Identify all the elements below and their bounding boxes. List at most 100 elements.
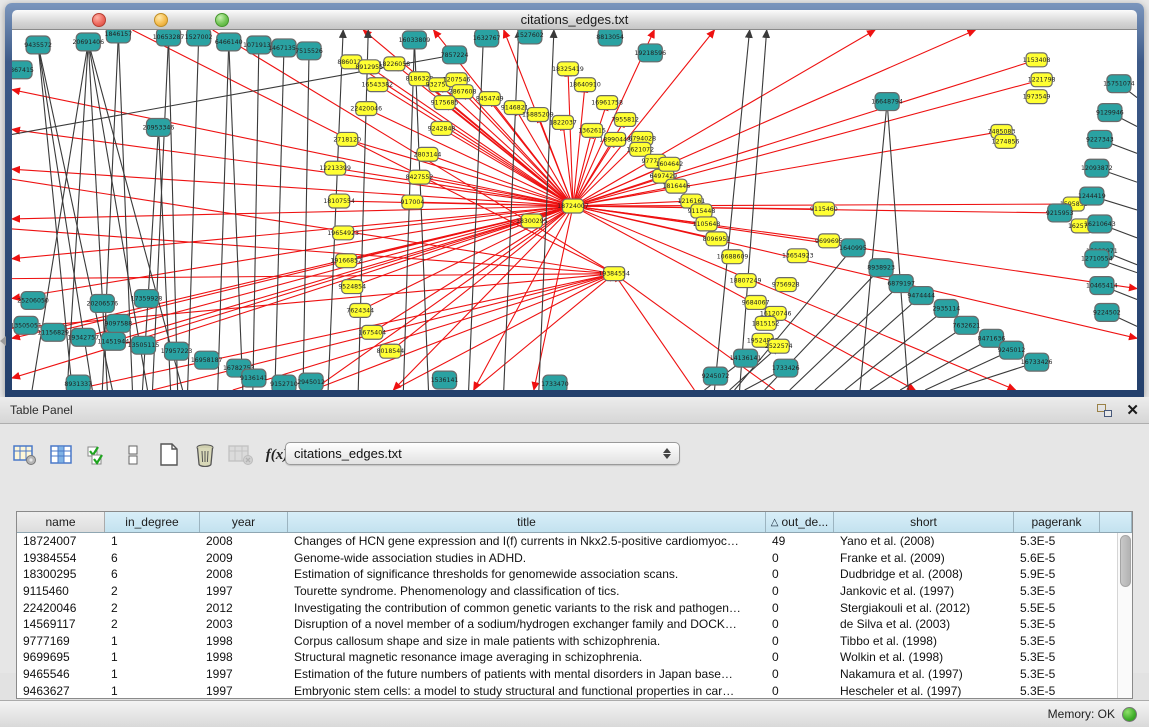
network-node[interactable]: 17957223 bbox=[161, 342, 193, 360]
table-row[interactable]: 977716911998Corpus callosum shape and si… bbox=[17, 633, 1117, 650]
network-node[interactable]: 20691406 bbox=[72, 33, 104, 51]
table-row[interactable]: 911546021997Tourette syndrome. Phenomeno… bbox=[17, 583, 1117, 600]
table-settings-icon[interactable] bbox=[10, 440, 40, 470]
network-node[interactable]: 12710554 bbox=[1081, 250, 1113, 268]
network-node[interactable]: 1527602 bbox=[516, 30, 544, 44]
network-node[interactable]: 1632767 bbox=[473, 30, 501, 47]
network-node[interactable]: 1640995 bbox=[839, 239, 867, 257]
close-icon[interactable]: ✕ bbox=[1126, 403, 1139, 418]
network-node[interactable]: 18640910 bbox=[569, 78, 601, 92]
network-node[interactable]: 8813054 bbox=[596, 30, 624, 46]
network-node[interactable]: 9524854 bbox=[338, 280, 366, 294]
network-node[interactable]: 9175685 bbox=[431, 96, 459, 110]
scrollbar-thumb[interactable] bbox=[1120, 535, 1131, 587]
network-node[interactable]: 9684067 bbox=[742, 296, 770, 310]
network-node[interactable]: 1527002 bbox=[185, 30, 213, 46]
column-header-in_degree[interactable]: in_degree bbox=[105, 512, 200, 532]
column-header-pagerank[interactable]: pagerank bbox=[1014, 512, 1100, 532]
network-node[interactable]: 9136141 bbox=[240, 369, 268, 387]
network-node[interactable]: 1675404 bbox=[358, 325, 386, 339]
unselect-all-icon[interactable] bbox=[118, 440, 148, 470]
network-node[interactable]: 9756928 bbox=[772, 278, 800, 292]
network-node[interactable]: 18325419 bbox=[552, 62, 584, 76]
network-node[interactable]: 1816446 bbox=[663, 179, 691, 193]
table-row[interactable]: 946362711997Embryonic stem cells: a mode… bbox=[17, 682, 1117, 698]
network-node[interactable]: 2803144 bbox=[414, 147, 442, 161]
network-node[interactable]: 19384554 bbox=[598, 267, 630, 281]
network-node[interactable]: 917004 bbox=[401, 195, 425, 209]
network-node[interactable]: 8931337 bbox=[64, 375, 92, 390]
network-node[interactable]: 16958187 bbox=[191, 351, 223, 369]
table-row[interactable]: 1456911722003Disruption of a novel membe… bbox=[17, 616, 1117, 633]
panel-collapse-arrow[interactable] bbox=[0, 336, 6, 346]
network-node[interactable]: 9115448 bbox=[688, 204, 716, 218]
network-node[interactable]: 6466140 bbox=[215, 33, 243, 51]
network-node[interactable]: 10688609 bbox=[717, 250, 749, 264]
network-node[interactable]: 1244419 bbox=[1078, 187, 1106, 205]
network-node[interactable]: 18807249 bbox=[730, 274, 762, 288]
network-node[interactable]: 1604642 bbox=[655, 157, 683, 171]
network-node[interactable]: 20206576 bbox=[86, 295, 118, 313]
memory-status-indicator[interactable] bbox=[1122, 707, 1137, 722]
network-node[interactable]: 25206050 bbox=[17, 292, 49, 310]
network-node[interactable]: 9435572 bbox=[24, 36, 52, 54]
network-canvas[interactable]: 1872400719384554183002958860123891295518… bbox=[12, 30, 1137, 390]
column-header-name[interactable]: name bbox=[17, 512, 105, 532]
network-node[interactable]: 8454749 bbox=[476, 92, 504, 106]
network-node[interactable]: 1815152 bbox=[752, 316, 780, 330]
network-node[interactable]: 9224502 bbox=[1093, 303, 1121, 321]
network-node[interactable]: 2718120 bbox=[333, 132, 361, 146]
table-selector-dropdown[interactable]: citations_edges.txt bbox=[285, 442, 680, 465]
network-node[interactable]: 9242848 bbox=[428, 121, 456, 135]
network-node[interactable]: 16648794 bbox=[871, 93, 903, 111]
network-node[interactable]: 1733426 bbox=[772, 359, 800, 377]
network-node[interactable]: 20953346 bbox=[143, 119, 175, 137]
network-node[interactable]: 2945012 bbox=[297, 373, 325, 390]
table-row[interactable]: 2242004622012Investigating the contribut… bbox=[17, 599, 1117, 616]
network-node[interactable]: 1105648 bbox=[693, 217, 721, 231]
network-node[interactable]: 19654923 bbox=[327, 226, 359, 240]
network-node[interactable]: 15751074 bbox=[1103, 75, 1135, 93]
network-node[interactable]: 8018544 bbox=[377, 344, 405, 358]
table-row[interactable]: 946554611997Estimation of the future num… bbox=[17, 666, 1117, 683]
network-node[interactable]: 18226058 bbox=[379, 57, 411, 71]
network-node[interactable]: 9245012 bbox=[998, 341, 1026, 359]
network-node[interactable]: 18107554 bbox=[323, 194, 355, 208]
network-node[interactable]: 8938923 bbox=[867, 259, 895, 277]
table-row[interactable]: 1872400712008Changes of HCN gene express… bbox=[17, 533, 1117, 550]
delete-row-icon[interactable] bbox=[190, 440, 220, 470]
window-titlebar[interactable]: citations_edges.txt bbox=[12, 10, 1137, 30]
table-scrollbar[interactable] bbox=[1117, 533, 1132, 698]
network-node[interactable]: 1274856 bbox=[992, 134, 1020, 148]
network-node[interactable]: 11451944 bbox=[98, 332, 130, 350]
network-node[interactable]: 19342757 bbox=[67, 328, 99, 346]
network-node[interactable]: 16210643 bbox=[1084, 215, 1116, 233]
network-node[interactable]: 19218596 bbox=[634, 44, 666, 62]
new-table-icon[interactable] bbox=[154, 440, 184, 470]
table-row[interactable]: 969969511998Structural magnetic resonanc… bbox=[17, 649, 1117, 666]
network-node[interactable]: 2935114 bbox=[932, 300, 960, 318]
network-node[interactable]: 9152710 bbox=[270, 375, 298, 390]
network-node[interactable]: 1846157 bbox=[105, 30, 133, 43]
network-node[interactable]: 13505115 bbox=[128, 336, 160, 354]
network-node[interactable]: 1733470 bbox=[541, 375, 569, 390]
column-visibility-icon[interactable] bbox=[46, 440, 76, 470]
network-node[interactable]: 1536141 bbox=[431, 371, 459, 389]
float-window-icon[interactable] bbox=[1097, 404, 1112, 417]
network-node[interactable]: 16733426 bbox=[1021, 353, 1053, 371]
network-node[interactable]: 1973549 bbox=[1023, 90, 1051, 104]
network-node[interactable]: 1867415 bbox=[12, 61, 34, 79]
network-node[interactable]: 12213399 bbox=[319, 161, 351, 175]
network-node[interactable]: 10653287 bbox=[153, 30, 185, 46]
network-node[interactable]: 7515526 bbox=[295, 42, 323, 60]
network-node[interactable]: 13654923 bbox=[782, 249, 814, 263]
column-header-year[interactable]: year bbox=[200, 512, 288, 532]
network-node[interactable]: 8096951 bbox=[703, 232, 731, 246]
network-node[interactable]: 9115460 bbox=[810, 202, 838, 216]
network-node[interactable]: 9215953 bbox=[1046, 204, 1074, 222]
network-graph[interactable]: 1872400719384554183002958860123891295518… bbox=[12, 30, 1137, 390]
network-node[interactable]: 9129946 bbox=[1096, 104, 1124, 122]
network-node[interactable]: 9474444 bbox=[907, 287, 935, 305]
network-node[interactable]: 9227343 bbox=[1086, 130, 1114, 148]
network-node[interactable]: 2522574 bbox=[765, 339, 793, 353]
